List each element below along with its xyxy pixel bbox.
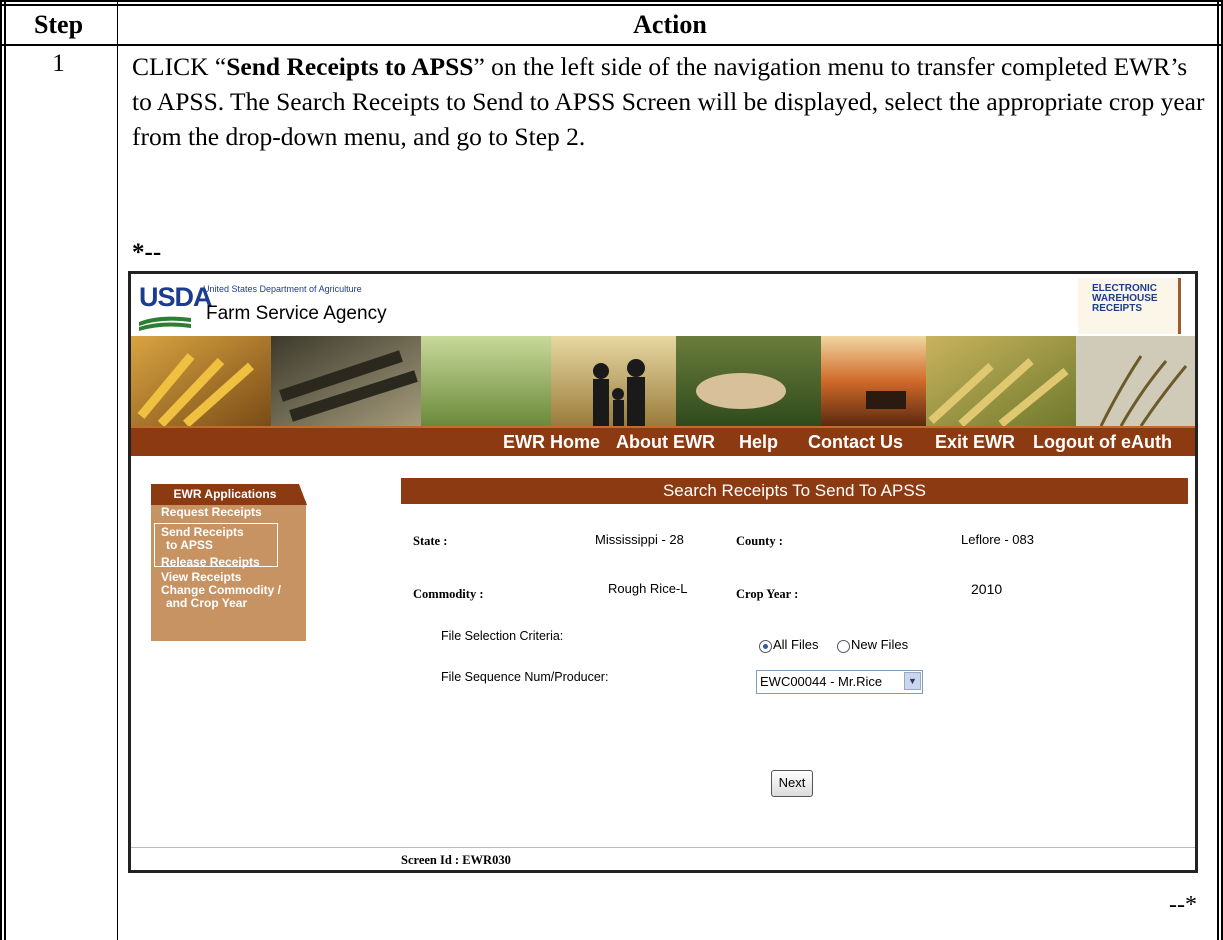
department-name: United States Department of Agriculture [203,284,362,294]
chevron-down-icon[interactable]: ▼ [904,672,921,690]
nav-help[interactable]: Help [739,432,778,453]
banner-image [131,336,1195,426]
radio-all-files-label: All Files [773,637,819,652]
sidebar-item-release-receipts[interactable]: Release Receipts [161,556,260,569]
sidebar-item-change-commodity-line2[interactable]: and Crop Year [166,597,247,610]
change-mark-start: *-- [132,239,162,266]
table-right-border [1217,0,1223,940]
ewr-logo: ELECTRONIC WAREHOUSE RECEIPTS [1078,278,1181,334]
ewr-logo-line-3: RECEIPTS [1092,303,1143,314]
sequence-select[interactable]: EWC00044 - Mr.Rice ▼ [756,670,923,694]
form-title: Search Receipts To Send To APSS [401,478,1188,504]
nav-exit-ewr[interactable]: Exit EWR [935,432,1015,453]
procedure-table: Step Action 1 CLICK “Send Receipts to AP… [0,0,1223,940]
radio-new-files[interactable] [837,640,850,653]
commodity-label: Commodity : [413,587,484,601]
nav-about-ewr[interactable]: About EWR [616,432,715,453]
sidebar-title: EWR Applications [151,484,307,505]
screen-id: Screen Id : EWR030 [401,853,511,867]
column-divider [117,0,118,940]
commodity-value: Rough Rice-L [608,581,688,596]
state-label: State : [413,534,448,548]
crop-year-value: 2010 [971,581,1003,597]
nav-contact-us[interactable]: Contact Us [808,432,903,453]
usda-logo: USDA [139,282,213,312]
county-value: Leflore - 083 [961,532,1034,547]
instruction-bold: Send Receipts to APSS [226,52,474,81]
county-label: County : [736,534,783,548]
change-mark-end: --* [1169,892,1197,918]
table-left-border [0,0,6,940]
step-number: 1 [52,50,65,77]
sequence-label: File Sequence Num/Producer: [441,670,609,684]
sequence-select-value: EWC00044 - Mr.Rice [760,674,883,689]
ewr-screenshot: USDA United States Department of Agricul… [128,271,1198,873]
usda-swoosh-icon [139,316,191,331]
header-step: Step [33,10,84,39]
sidebar-item-send-receipts-line2[interactable]: to APSS [166,539,213,552]
state-value: Mississippi - 28 [595,532,684,547]
header-action: Action [633,10,707,39]
radio-all-files[interactable] [759,640,772,653]
table-top-border [0,0,1223,6]
radio-new-files-label: New Files [851,637,909,652]
nav-logout[interactable]: Logout of eAuth [1033,432,1172,453]
instruction-prefix: CLICK “ [132,52,227,81]
step-instruction: CLICK “Send Receipts to APSS” on the lef… [132,49,1212,154]
crop-year-label: Crop Year : [736,587,799,601]
top-nav-bar: EWR Home About EWR Help Contact Us Exit … [131,426,1195,456]
sidebar-item-request-receipts[interactable]: Request Receipts [161,506,262,519]
footer-divider [131,847,1195,848]
next-button[interactable]: Next [771,770,813,797]
criteria-label: File Selection Criteria: [441,629,564,643]
header-divider [0,44,1223,46]
ewr-logo-text: ELECTRONIC WAREHOUSE RECEIPTS [1092,284,1158,314]
agency-name: Farm Service Agency [206,303,387,324]
nav-ewr-home[interactable]: EWR Home [503,432,600,453]
photo-banner [131,336,1195,426]
